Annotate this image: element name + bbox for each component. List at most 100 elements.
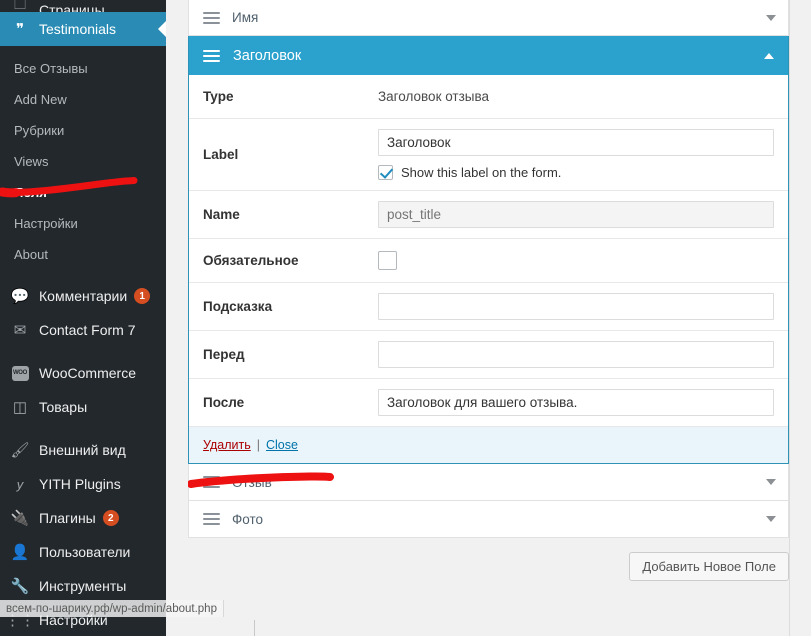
user-icon: 👤 xyxy=(10,544,30,561)
sidebar-subitem-nastroyki[interactable]: Настройки xyxy=(0,208,166,239)
field-row-foto[interactable]: Фото xyxy=(188,501,789,538)
drag-handle-icon[interactable] xyxy=(203,476,220,488)
form-row-label: Label Show this label on the form. xyxy=(189,119,788,191)
sidebar-item-comments[interactable]: 💬 Комментарии 1 xyxy=(0,279,166,313)
wp-admin-sidebar: 🗋 Страницы ❞ Testimonials Все Отзывы Add… xyxy=(0,0,166,636)
sidebar-item-label: Внешний вид xyxy=(39,442,126,458)
sidebar-subitem-views[interactable]: Views xyxy=(0,146,166,177)
sidebar-subitem-vse-otzyvy[interactable]: Все Отзывы xyxy=(0,53,166,84)
form-row-type: Type Заголовок отзыва xyxy=(189,75,788,119)
form-label-after: После xyxy=(203,395,245,410)
brush-icon: 🖌 xyxy=(10,442,30,459)
main-content: Имя Заголовок Type Заголовок отзыва Labe… xyxy=(166,0,811,636)
sidebar-item-woocommerce[interactable]: WOO WooCommerce xyxy=(0,356,166,390)
after-input[interactable] xyxy=(378,389,774,416)
show-label-checkbox-text: Show this label on the form. xyxy=(401,165,562,180)
woo-icon: WOO xyxy=(10,365,30,381)
form-label-label: Label xyxy=(203,147,239,162)
show-label-checkbox[interactable] xyxy=(378,165,393,180)
sidebar-item-label: Товары xyxy=(39,399,88,415)
sidebar-item-pages[interactable]: 🗋 Страницы xyxy=(0,0,166,12)
sidebar-subitem-rubriki[interactable]: Рубрики xyxy=(0,115,166,146)
page-bottom-strip xyxy=(332,614,811,636)
sidebar-item-label: Инструменты xyxy=(39,578,127,594)
sidebar-item-label: Пользователи xyxy=(39,544,131,560)
browser-status-bar: всем-по-шарику.рф/wp-admin/about.php xyxy=(0,600,224,617)
envelope-icon: ✉ xyxy=(13,322,27,339)
sidebar-item-products[interactable]: ◫ Товары xyxy=(0,390,166,424)
box-icon: ◫ xyxy=(12,399,28,416)
form-label-type: Type xyxy=(203,89,234,104)
sidebar-item-label: Комментарии xyxy=(39,288,128,304)
drag-handle-icon[interactable] xyxy=(203,11,220,24)
close-field-link[interactable]: Close xyxy=(266,438,298,452)
chevron-up-icon[interactable] xyxy=(764,52,774,59)
wrench-icon: 🔧 xyxy=(10,578,30,595)
form-row-name: Name xyxy=(189,191,788,239)
comment-icon: 💬 xyxy=(10,288,30,305)
field-row-title: Имя xyxy=(232,10,259,25)
form-label-name: Name xyxy=(203,207,240,222)
chevron-down-icon[interactable] xyxy=(766,516,776,522)
form-row-hint: Подсказка xyxy=(189,283,788,331)
pages-icon: 🗋 xyxy=(13,0,27,12)
form-row-after: После xyxy=(189,379,788,427)
field-row-title: Фото xyxy=(232,511,264,527)
sidebar-item-label: Страницы xyxy=(39,2,105,12)
sidebar-item-tools[interactable]: 🔧 Инструменты xyxy=(0,569,166,603)
browser-viewport: 🗋 Страницы ❞ Testimonials Все Отзывы Add… xyxy=(0,0,811,636)
required-checkbox[interactable] xyxy=(378,251,397,270)
sidebar-item-contact-form-7[interactable]: ✉ Contact Form 7 xyxy=(0,313,166,347)
hint-input[interactable] xyxy=(378,293,774,320)
sidebar-item-label: Testimonials xyxy=(39,21,117,37)
form-label-required: Обязательное xyxy=(203,253,299,268)
bottom-divider-tick xyxy=(254,620,255,636)
plug-icon: 🔌 xyxy=(10,510,30,527)
label-input[interactable] xyxy=(378,129,774,156)
form-row-before: Перед xyxy=(189,331,788,379)
footer-separator: | xyxy=(256,438,260,452)
show-label-checkbox-row[interactable]: Show this label on the form. xyxy=(378,165,774,180)
field-row-imya[interactable]: Имя xyxy=(188,0,789,36)
sidebar-item-label: YITH Plugins xyxy=(39,476,121,492)
chevron-down-icon[interactable] xyxy=(766,14,776,21)
before-input[interactable] xyxy=(378,341,774,368)
add-new-field-button[interactable]: Добавить Новое Поле xyxy=(629,552,789,581)
sidebar-subitem-polya[interactable]: Поля xyxy=(0,177,166,208)
form-label-before: Перед xyxy=(203,347,245,362)
plugins-count-badge: 2 xyxy=(102,510,119,526)
fields-list: Имя Заголовок Type Заголовок отзыва Labe… xyxy=(188,0,789,581)
sidebar-item-label: Contact Form 7 xyxy=(39,322,136,338)
name-input[interactable] xyxy=(378,201,774,228)
field-panel-header[interactable]: Заголовок xyxy=(189,36,788,75)
sidebar-item-yith-plugins[interactable]: y YITH Plugins xyxy=(0,467,166,501)
form-value-type: Заголовок отзыва xyxy=(378,89,490,104)
add-field-row: Добавить Новое Поле xyxy=(188,538,789,581)
field-panel-title: Заголовок xyxy=(233,47,302,64)
sidebar-item-appearance[interactable]: 🖌 Внешний вид xyxy=(0,433,166,467)
sidebar-subitem-about[interactable]: About xyxy=(0,239,166,270)
sidebar-item-label: Плагины xyxy=(39,510,96,526)
form-row-required: Обязательное xyxy=(189,239,788,283)
drag-handle-icon[interactable] xyxy=(203,513,220,525)
quote-icon: ❞ xyxy=(15,21,25,38)
sidebar-item-plugins[interactable]: 🔌 Плагины 2 xyxy=(0,501,166,535)
chevron-down-icon[interactable] xyxy=(766,479,776,485)
yith-icon: y xyxy=(16,476,24,492)
form-label-hint: Подсказка xyxy=(203,299,273,314)
field-panel-zagolovok: Заголовок Type Заголовок отзыва Label За… xyxy=(188,36,789,464)
field-row-otzyv[interactable]: Отзыв xyxy=(188,464,789,501)
drag-handle-icon[interactable] xyxy=(203,49,220,62)
field-panel-footer: Удалить | Close xyxy=(189,427,788,463)
sidebar-item-users[interactable]: 👤 Пользователи xyxy=(0,535,166,569)
status-bar-url: всем-по-шарику.рф/wp-admin/about.php xyxy=(6,602,217,615)
active-menu-arrow-icon xyxy=(158,20,166,38)
sidebar-subitem-add-new[interactable]: Add New xyxy=(0,84,166,115)
sidebar-item-label: WooCommerce xyxy=(39,365,136,381)
comments-count-badge: 1 xyxy=(134,288,151,304)
sidebar-submenu: Все Отзывы Add New Рубрики Views Поля На… xyxy=(0,53,166,270)
sidebar-item-testimonials[interactable]: ❞ Testimonials xyxy=(0,12,166,46)
content-gutter-divider xyxy=(789,0,790,636)
delete-field-link[interactable]: Удалить xyxy=(203,438,251,452)
field-row-title: Отзыв xyxy=(232,474,272,490)
